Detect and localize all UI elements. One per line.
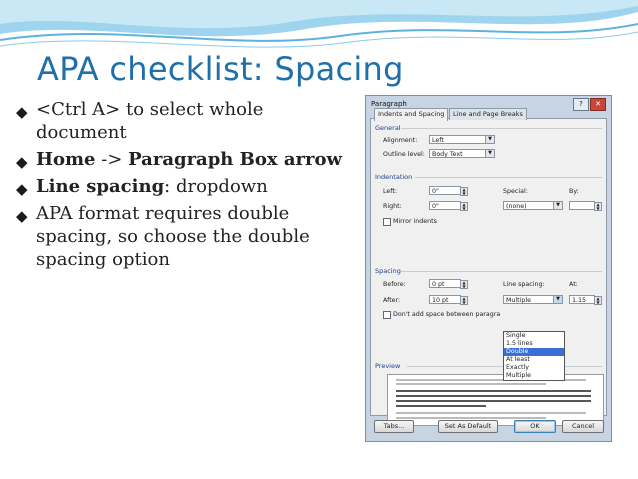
right-indent-input[interactable]: 0" ▲ ▼ [429, 201, 468, 211]
alignment-label: Alignment: [383, 137, 418, 144]
preview-line [396, 395, 591, 397]
at-value: 1.15 [572, 297, 587, 304]
before-value: 0 pt [432, 281, 445, 288]
dont-add-space-checkbox[interactable] [383, 311, 391, 319]
paragraph-dialog-screenshot: Paragraph ? ✕ Indents and Spacing Line a… [365, 95, 612, 442]
preview-line [396, 412, 586, 414]
preview-line [396, 400, 591, 402]
left-indent-value: 0" [432, 188, 439, 195]
menu-item-multiple[interactable]: Multiple [504, 372, 564, 380]
bullet-item: ◆ <Ctrl A> to select whole document [16, 98, 356, 144]
chevron-down-icon: ▼ [485, 136, 494, 143]
chevron-down-icon: ▼ [553, 296, 562, 303]
bullet-bold-text: Line spacing [36, 176, 165, 197]
mirror-indents-checkbox[interactable] [383, 218, 391, 226]
help-button[interactable]: ? [573, 98, 589, 111]
chevron-down-icon: ▼ [553, 202, 562, 209]
spinner-icon[interactable]: ▲ ▼ [460, 280, 468, 289]
menu-item-1-5-lines[interactable]: 1.5 lines [504, 340, 564, 348]
alignment-select[interactable]: Left ▼ [429, 135, 495, 144]
spinner-icon[interactable]: ▲ ▼ [460, 202, 468, 211]
before-label: Before: [383, 281, 406, 288]
line-spacing-select[interactable]: Multiple ▼ [503, 295, 563, 304]
preview-line [396, 405, 486, 407]
outline-level-value: Body Text [432, 151, 463, 158]
bullet-item: ◆ Home -> Paragraph Box arrow [16, 148, 356, 171]
indentation-heading: Indentation [375, 173, 413, 181]
preview-line [396, 417, 546, 419]
dont-add-space-label: Don't add space between paragra [393, 311, 501, 318]
before-input[interactable]: 0 pt ▲ ▼ [429, 279, 468, 289]
bullet-text: <Ctrl A> to select whole document [36, 99, 264, 143]
tab-indents-and-spacing[interactable]: Indents and Spacing [374, 108, 449, 121]
line-spacing-dropdown-menu: Single 1.5 lines Double At least Exactly… [503, 331, 565, 381]
dialog-body: Indents and Spacing Line and Page Breaks… [370, 108, 607, 426]
chevron-down-icon: ▼ [485, 150, 494, 157]
right-indent-label: Right: [383, 203, 402, 210]
alignment-value: Left [432, 137, 444, 144]
dialog-caption: Paragraph [371, 100, 407, 108]
preview-heading: Preview [375, 362, 401, 370]
bullet-bold-text: Paragraph Box arrow [128, 149, 343, 170]
bullet-item: ◆ Line spacing: dropdown [16, 175, 356, 198]
special-label: Special: [503, 188, 528, 195]
divider [401, 128, 602, 129]
at-input[interactable]: 1.15 ▲ ▼ [569, 295, 602, 305]
by-label: By: [569, 188, 579, 195]
set-as-default-button[interactable]: Set As Default [438, 420, 498, 433]
preview-line [396, 390, 591, 392]
spacing-heading: Spacing [375, 267, 401, 275]
close-icon[interactable]: ✕ [590, 98, 606, 111]
menu-item-at-least[interactable]: At least [504, 356, 564, 364]
menu-item-double[interactable]: Double [504, 348, 564, 356]
special-select[interactable]: (none) ▼ [503, 201, 563, 210]
spinner-icon[interactable]: ▲ ▼ [460, 296, 468, 305]
after-label: After: [383, 297, 401, 304]
at-label: At: [569, 281, 578, 288]
by-input[interactable]: ▲ ▼ [569, 201, 602, 211]
right-indent-value: 0" [432, 203, 439, 210]
divider [415, 177, 602, 178]
bullet-marker-icon: ◆ [16, 180, 28, 198]
bullet-marker-icon: ◆ [16, 207, 28, 225]
paragraph-preview [387, 374, 604, 426]
spinner-icon[interactable]: ▲ ▼ [460, 187, 468, 196]
ok-button[interactable]: OK [514, 420, 556, 433]
tab-line-and-page-breaks[interactable]: Line and Page Breaks [449, 108, 527, 120]
line-spacing-label: Line spacing: [503, 281, 545, 288]
bullet-item: ◆ APA format requires double spacing, so… [16, 202, 356, 271]
special-value: (none) [506, 203, 527, 210]
left-indent-input[interactable]: 0" ▲ ▼ [429, 186, 468, 196]
preview-line [396, 383, 546, 385]
mirror-indents-label: Mirror indents [393, 218, 437, 225]
bullet-marker-icon: ◆ [16, 103, 28, 121]
bullet-text: : dropdown [164, 176, 268, 197]
general-heading: General [375, 124, 401, 132]
spinner-icon[interactable]: ▲ ▼ [594, 202, 602, 211]
after-value: 10 pt [432, 297, 449, 304]
bullet-text: APA format requires double spacing, so c… [36, 203, 310, 270]
outline-level-select[interactable]: Body Text ▼ [429, 149, 495, 158]
menu-item-single[interactable]: Single [504, 332, 564, 340]
bullet-text: -> [95, 149, 129, 170]
outline-level-label: Outline level: [383, 151, 425, 158]
divider [401, 271, 602, 272]
slide-title: APA checklist: Spacing [37, 50, 404, 88]
bullet-list: ◆ <Ctrl A> to select whole document ◆ Ho… [16, 98, 356, 275]
tabs-button[interactable]: Tabs... [374, 420, 414, 433]
left-indent-label: Left: [383, 188, 397, 195]
bullet-marker-icon: ◆ [16, 153, 28, 171]
line-spacing-value: Multiple [506, 297, 532, 304]
menu-item-exactly[interactable]: Exactly [504, 364, 564, 372]
after-input[interactable]: 10 pt ▲ ▼ [429, 295, 468, 305]
bullet-bold-text: Home [36, 149, 96, 170]
cancel-button[interactable]: Cancel [562, 420, 604, 433]
spinner-icon[interactable]: ▲ ▼ [594, 296, 602, 305]
